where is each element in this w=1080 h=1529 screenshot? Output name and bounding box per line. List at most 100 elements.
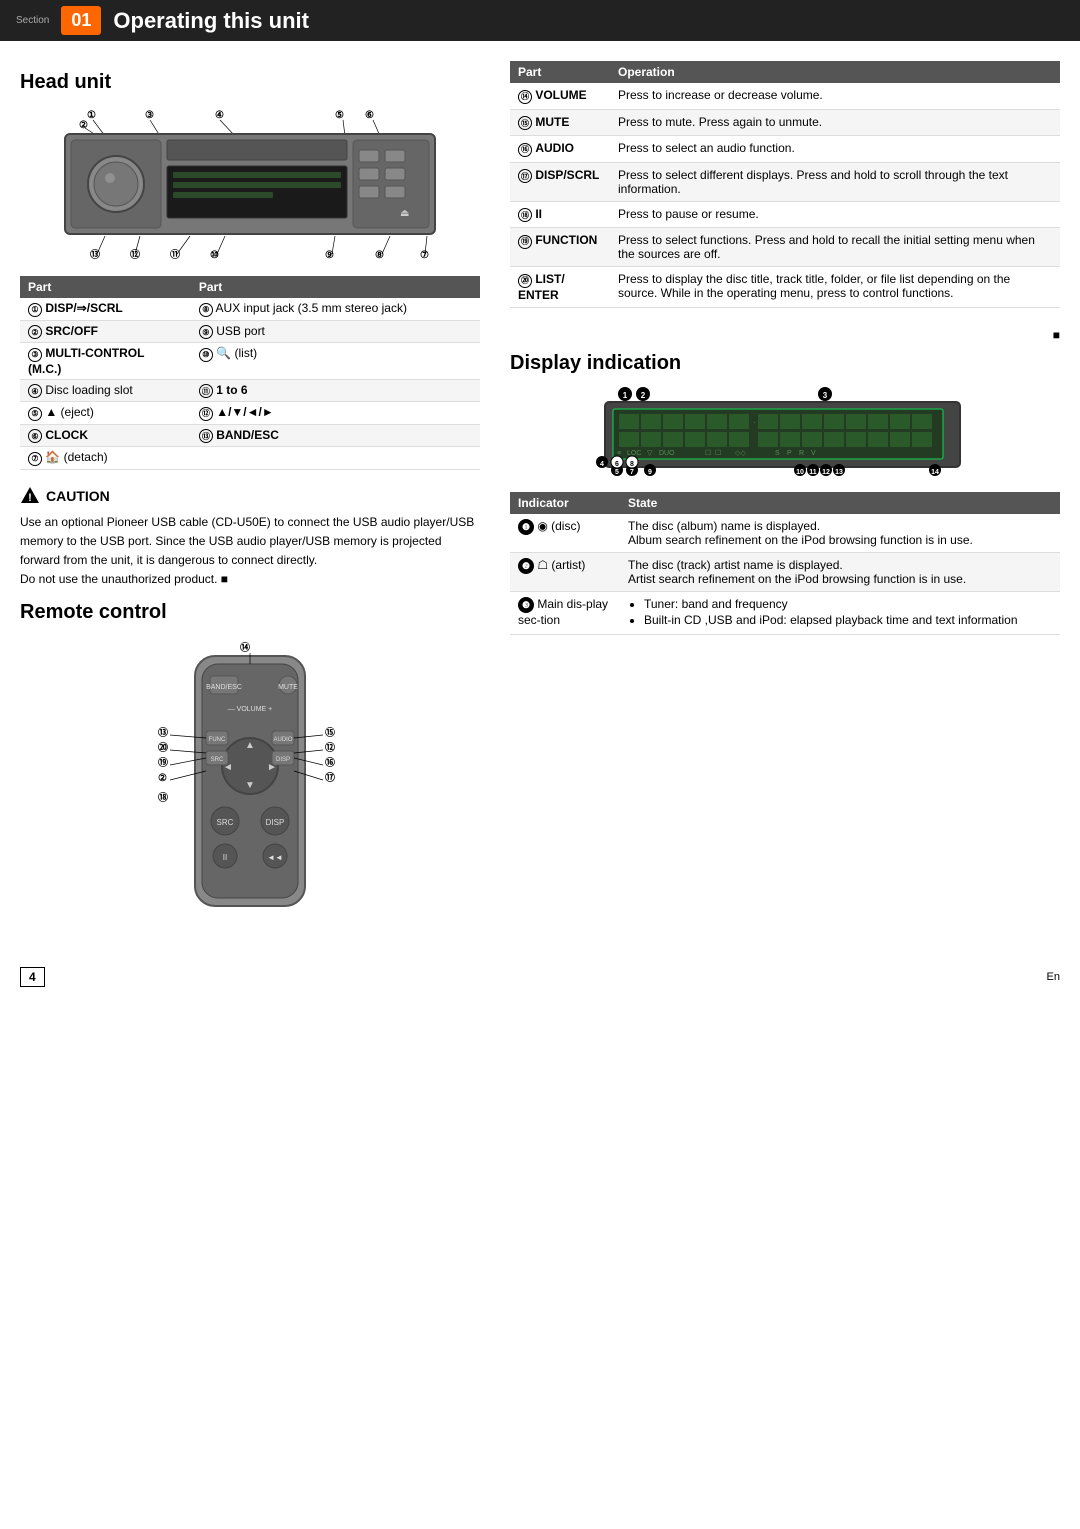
caution-label: CAUTION (46, 488, 110, 504)
svg-text:▼: ▼ (245, 780, 255, 791)
table-row: ② SRC/OFF ⑨ USB port (20, 320, 480, 343)
svg-text:P: P (787, 450, 792, 457)
svg-text:⑦: ⑦ (420, 250, 429, 261)
table-row: ① DISP/⇒/SCRL ⑧ AUX input jack (3.5 mm s… (20, 298, 480, 320)
svg-text:13: 13 (835, 469, 843, 476)
ind-state-1: The disc (album) name is displayed.Album… (620, 514, 1060, 553)
head-unit-diagram-wrapper: ① ② ③ ④ ⑤ ⑥ (35, 106, 465, 266)
operation-table: Part Operation ⑭ VOLUME Press to increas… (510, 61, 1060, 308)
display-diagram-wrapper: · (510, 387, 1060, 480)
table-row: ⑦ 🏠 (detach) (20, 447, 480, 470)
remote-diagram-wrapper: BAND/ESC MUTE — VOLUME + ▲ ▼ ◄ ► FUNC SR… (140, 636, 360, 939)
left-column: Head unit ① ② ③ ④ ⑤ ⑥ (20, 61, 500, 939)
svg-text:4: 4 (600, 461, 604, 468)
caution-body: Use an optional Pioneer USB cable (CD-U5… (20, 513, 480, 590)
op-desc-17: Press to select different displays. Pres… (610, 162, 1060, 201)
right-column: Part Operation ⑭ VOLUME Press to increas… (500, 61, 1060, 939)
operation-table-body: ⑭ VOLUME Press to increase or decrease v… (510, 83, 1060, 307)
svg-text:MUTE: MUTE (278, 684, 298, 691)
svg-text:▽: ▽ (647, 450, 653, 457)
table-row: ⑮ MUTE Press to mute. Press again to unm… (510, 109, 1060, 136)
svg-text:DISP: DISP (266, 818, 285, 827)
svg-text:SRC: SRC (211, 757, 224, 763)
svg-text:①: ① (87, 110, 96, 121)
ind-1: ❶ ◉ (disc) (510, 514, 620, 553)
svg-text:☐: ☐ (715, 449, 721, 457)
svg-text:⑫: ⑫ (325, 741, 335, 754)
svg-text:⑪: ⑪ (170, 248, 180, 261)
svg-text:⑭: ⑭ (240, 641, 250, 654)
page-footer: 4 En (0, 959, 1080, 995)
page-content: Head unit ① ② ③ ④ ⑤ ⑥ (0, 61, 1080, 939)
svg-text:◇◇: ◇◇ (735, 450, 746, 457)
table-row: ⑰ DISP/SCRL Press to select different di… (510, 162, 1060, 201)
svg-text:R: R (799, 450, 804, 457)
svg-text:⑧: ⑧ (375, 250, 384, 261)
part-num-13: ⑬ BAND/ESC (191, 424, 480, 447)
part-num-11: ⑪ 1 to 6 (191, 379, 480, 402)
svg-text:⑳: ⑳ (158, 741, 168, 754)
table-row: ⑥ CLOCK ⑬ BAND/ESC (20, 424, 480, 447)
part-num-9: ⑨ USB port (191, 320, 480, 343)
indicator-table: Indicator State ❶ ◉ (disc) The disc (alb… (510, 492, 1060, 635)
ind-col-state: State (620, 492, 1060, 514)
table-row: ⑲ FUNCTION Press to select functions. Pr… (510, 228, 1060, 267)
caution-box: ! CAUTION Use an optional Pioneer USB ca… (20, 486, 480, 590)
section-end-indicator: ■ (510, 328, 1060, 342)
svg-text:⑯: ⑯ (325, 756, 335, 769)
svg-text:⑥: ⑥ (365, 110, 374, 121)
head-unit-diagram: ① ② ③ ④ ⑤ ⑥ (35, 106, 465, 266)
ind-2: ❷ ☖ (artist) (510, 552, 620, 591)
remote-control-heading: Remote control (20, 601, 480, 624)
svg-text:S: S (775, 450, 780, 457)
remote-control-diagram: BAND/ESC MUTE — VOLUME + ▲ ▼ ◄ ► FUNC SR… (140, 636, 360, 936)
part-num-3: ③ MULTI-CONTROL(M.C.) (20, 343, 191, 380)
svg-text:▲: ▲ (245, 740, 255, 751)
svg-text:⑫: ⑫ (130, 248, 140, 261)
svg-text:FUNC: FUNC (209, 737, 226, 743)
svg-text:⑤: ⑤ (335, 110, 344, 121)
parts-col-header-1: Part (20, 276, 191, 298)
svg-text:1: 1 (623, 391, 628, 400)
op-desc-20: Press to display the disc title, track t… (610, 267, 1060, 308)
svg-text:2: 2 (641, 391, 646, 400)
lang-label: En (1047, 971, 1060, 983)
op-desc-19: Press to select functions. Press and hol… (610, 228, 1060, 267)
op-part-14: ⑭ VOLUME (510, 83, 610, 109)
svg-text:3: 3 (823, 391, 828, 400)
caution-title: ! CAUTION (20, 486, 480, 507)
part-num-1: ① DISP/⇒/SCRL (20, 298, 191, 320)
op-part-19: ⑲ FUNCTION (510, 228, 610, 267)
svg-text:SRC: SRC (217, 818, 234, 827)
table-row: ⑤ ▲ (eject) ⑫ ▲/▼/◄/► (20, 402, 480, 425)
op-desc-15: Press to mute. Press again to unmute. (610, 109, 1060, 136)
svg-text:9: 9 (648, 469, 652, 476)
op-part-20: ⑳ LIST/ENTER (510, 267, 610, 308)
display-diagram: · (510, 387, 1060, 477)
table-row: ③ MULTI-CONTROL(M.C.) ⑩ 🔍 (list) (20, 343, 480, 380)
caution-triangle-icon: ! (20, 486, 40, 507)
op-part-15: ⑮ MUTE (510, 109, 610, 136)
head-unit-heading: Head unit (20, 71, 480, 94)
op-col-operation: Operation (610, 61, 1060, 83)
svg-text:DUO: DUO (659, 450, 675, 457)
part-empty (191, 447, 480, 470)
svg-text:11: 11 (809, 469, 817, 476)
parts-table-body: ① DISP/⇒/SCRL ⑧ AUX input jack (3.5 mm s… (20, 298, 480, 469)
table-row: ❶ ◉ (disc) The disc (album) name is disp… (510, 514, 1060, 553)
display-indication-heading: Display indication (510, 352, 1060, 375)
section-title: Operating this unit (113, 8, 309, 34)
svg-text:!: ! (28, 492, 32, 504)
op-desc-16: Press to select an audio function. (610, 136, 1060, 163)
op-desc-18: Press to pause or resume. (610, 201, 1060, 228)
svg-text:7: 7 (630, 469, 634, 476)
page-number: 4 (20, 967, 45, 987)
svg-text:◄◄: ◄◄ (267, 853, 283, 862)
svg-text:·: · (753, 417, 756, 428)
part-num-4: ④ Disc loading slot (20, 379, 191, 402)
op-col-part: Part (510, 61, 610, 83)
table-row: ⑭ VOLUME Press to increase or decrease v… (510, 83, 1060, 109)
ind-state-3: Tuner: band and frequency Built-in CD ,U… (620, 591, 1060, 634)
svg-text:⑮: ⑮ (325, 726, 335, 739)
table-row: ❷ ☖ (artist) The disc (track) artist nam… (510, 552, 1060, 591)
